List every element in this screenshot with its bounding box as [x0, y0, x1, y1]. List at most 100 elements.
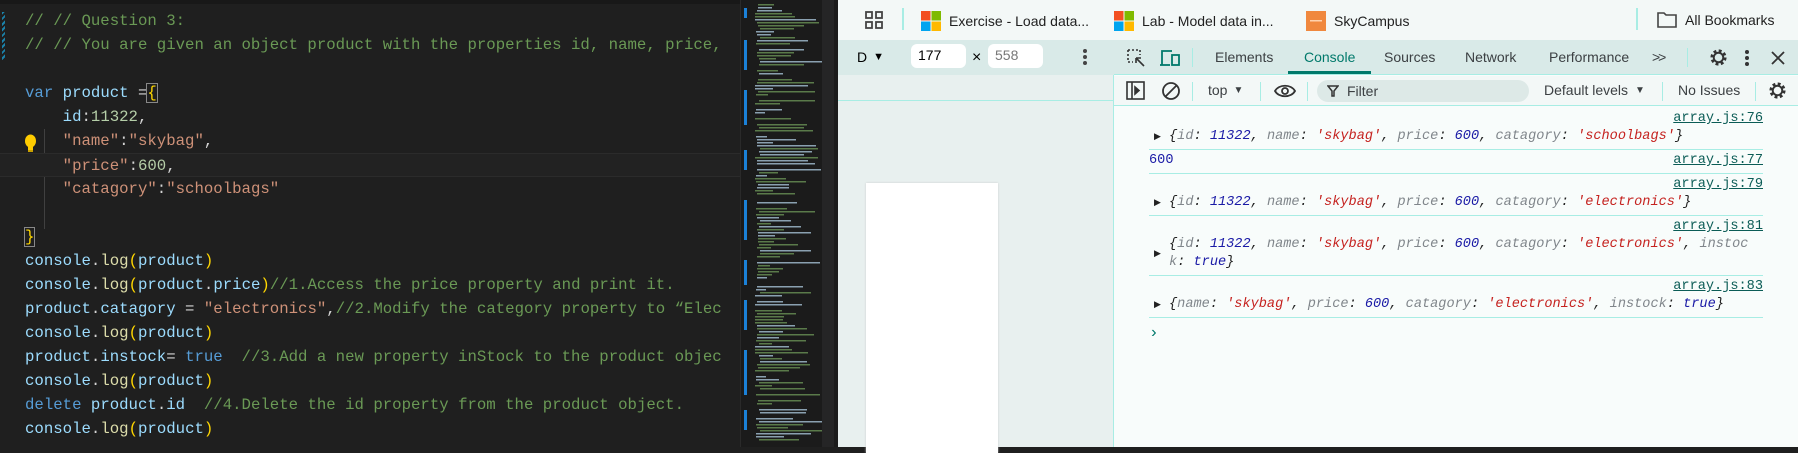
- source-link[interactable]: array.js:76: [1149, 110, 1763, 128]
- minimap-line: [759, 211, 815, 213]
- message-token: catagory: [1495, 237, 1561, 252]
- code-editor[interactable]: // // Question 3: // // You are given an …: [0, 0, 740, 447]
- expand-triangle-icon[interactable]: ▶: [1154, 245, 1163, 263]
- expand-triangle-icon[interactable]: ▶: [1154, 194, 1163, 212]
- code-line[interactable]: // // Question 3:: [25, 9, 740, 33]
- code-line[interactable]: console.log(product): [25, 249, 740, 273]
- code-line[interactable]: product.catagory = "electronics",//2.Mod…: [25, 297, 740, 321]
- minimap-line: [757, 268, 783, 270]
- message-text: {id: 11322, name: 'skybag', price: 600, …: [1169, 128, 1763, 146]
- context-selector[interactable]: top ▼: [1208, 82, 1243, 99]
- code-line[interactable]: delete product.id //4.Delete the id prop…: [25, 393, 740, 417]
- code-token: console: [25, 324, 91, 342]
- code-line[interactable]: console.log(product): [25, 417, 740, 441]
- live-expression-eye-icon[interactable]: [1274, 84, 1296, 98]
- bookmark-exercise[interactable]: Exercise - Load data...: [921, 11, 1089, 31]
- code-token: log: [100, 252, 129, 270]
- divider: [1307, 82, 1308, 101]
- message-token: 600: [1364, 297, 1390, 312]
- bookmark-skycampus[interactable]: SkyCampus: [1306, 11, 1409, 31]
- microsoft-logo-icon: [921, 11, 941, 31]
- minimap-line: [759, 331, 783, 333]
- minimap-change-marker: [744, 40, 747, 70]
- bookmark-lab[interactable]: Lab - Model data in...: [1114, 11, 1274, 31]
- settings-gear-icon[interactable]: [1709, 48, 1728, 67]
- minimap-line: [755, 103, 780, 105]
- code-token: (: [128, 276, 138, 294]
- more-options-icon[interactable]: [1083, 49, 1087, 65]
- minimap-line: [759, 409, 807, 411]
- message-token: 'skybag': [1315, 129, 1382, 144]
- code-line[interactable]: id:11322,: [25, 105, 740, 129]
- code-token: console: [25, 372, 91, 390]
- source-link[interactable]: array.js:79: [1149, 176, 1763, 194]
- code-line[interactable]: // // You are given an object product wi…: [25, 33, 740, 57]
- device-emulation-area: D ▼ 177 × 558: [838, 40, 1114, 453]
- emulated-viewport[interactable]: [866, 183, 998, 453]
- code-token: ): [203, 252, 214, 270]
- console-prompt[interactable]: ›: [1149, 318, 1763, 342]
- message-token: :: [1560, 195, 1578, 210]
- message-token: price: [1397, 195, 1439, 210]
- code-line[interactable]: }: [23, 225, 740, 249]
- height-input[interactable]: 558: [988, 44, 1043, 68]
- lightbulb-icon[interactable]: [24, 134, 37, 153]
- close-icon[interactable]: [1771, 51, 1785, 65]
- code-line[interactable]: "catagory":"schoolbags": [25, 177, 740, 201]
- inspect-element-icon[interactable]: [1126, 48, 1146, 68]
- more-tabs-button[interactable]: >>: [1652, 49, 1666, 65]
- tab-performance[interactable]: Performance: [1549, 49, 1629, 65]
- expand-triangle-icon[interactable]: ▶: [1154, 296, 1163, 314]
- tab-console[interactable]: Console: [1304, 49, 1355, 65]
- minimap-line: [756, 208, 787, 210]
- code-line[interactable]: [25, 201, 740, 225]
- filter-input[interactable]: Filter: [1317, 80, 1529, 102]
- console-settings-gear-icon[interactable]: [1768, 81, 1787, 100]
- code-line[interactable]: product.instock= true //3.Add a new prop…: [25, 345, 740, 369]
- minimap-line: [757, 277, 767, 279]
- device-select[interactable]: D ▼: [857, 49, 884, 66]
- code-line[interactable]: "name":"skybag",: [25, 129, 740, 153]
- divider: [1260, 82, 1261, 101]
- message-token: {: [1169, 297, 1178, 312]
- minimap-line: [757, 169, 821, 171]
- sidebar-toggle-icon[interactable]: [1126, 81, 1145, 100]
- minimap-line: [757, 256, 780, 258]
- source-link[interactable]: array.js:83: [1149, 278, 1763, 296]
- tab-network[interactable]: Network: [1465, 49, 1516, 65]
- code-token: (: [128, 372, 138, 390]
- tab-elements[interactable]: Elements: [1215, 49, 1273, 65]
- console-message: array.js:76 ▶ {id: 11322, name: 'skybag', …: [1149, 108, 1763, 150]
- minimap-line: [755, 319, 783, 321]
- expand-triangle-icon[interactable]: ▶: [1154, 128, 1163, 146]
- minimap-line: [760, 250, 811, 252]
- code-line[interactable]: [25, 57, 740, 81]
- device-toolbar-icon[interactable]: [1159, 48, 1181, 68]
- message-token: :: [1299, 129, 1316, 144]
- source-link[interactable]: array.js:81: [1149, 218, 1763, 236]
- code-token: ): [260, 276, 270, 294]
- grid-icon[interactable]: [865, 11, 883, 29]
- minimap-scrollbar[interactable]: [822, 0, 834, 447]
- message-body: ▶ {name: 'skybag', price: 600, catagory: …: [1149, 296, 1763, 314]
- all-bookmarks-button[interactable]: All Bookmarks: [1657, 11, 1774, 28]
- code-line[interactable]: console.log(product): [25, 369, 740, 393]
- log-levels-dropdown[interactable]: Default levels ▼: [1544, 82, 1645, 99]
- clear-console-icon[interactable]: [1161, 81, 1181, 101]
- minimap[interactable]: [740, 0, 838, 447]
- code-token: :: [119, 132, 129, 150]
- code-token: 11322: [90, 108, 138, 126]
- minimap-line: [759, 100, 815, 102]
- code-lines[interactable]: // // Question 3: // // You are given an …: [0, 9, 740, 441]
- code-line[interactable]: console.log(product): [25, 321, 740, 345]
- code-line[interactable]: var product ={: [25, 81, 740, 105]
- code-line[interactable]: "price":600,: [0, 153, 740, 177]
- issues-button[interactable]: No Issues: [1678, 82, 1740, 98]
- message-body: ▶ {id: 11322, name: 'skybag', price: 600,…: [1149, 194, 1763, 212]
- customize-menu-icon[interactable]: [1745, 50, 1749, 66]
- tab-sources[interactable]: Sources: [1384, 49, 1435, 65]
- code-line[interactable]: console.log(product.price)//1.Access the…: [25, 273, 740, 297]
- message-token: :: [1666, 297, 1684, 312]
- width-input[interactable]: 177: [911, 44, 966, 68]
- message-token: 600: [1149, 153, 1174, 168]
